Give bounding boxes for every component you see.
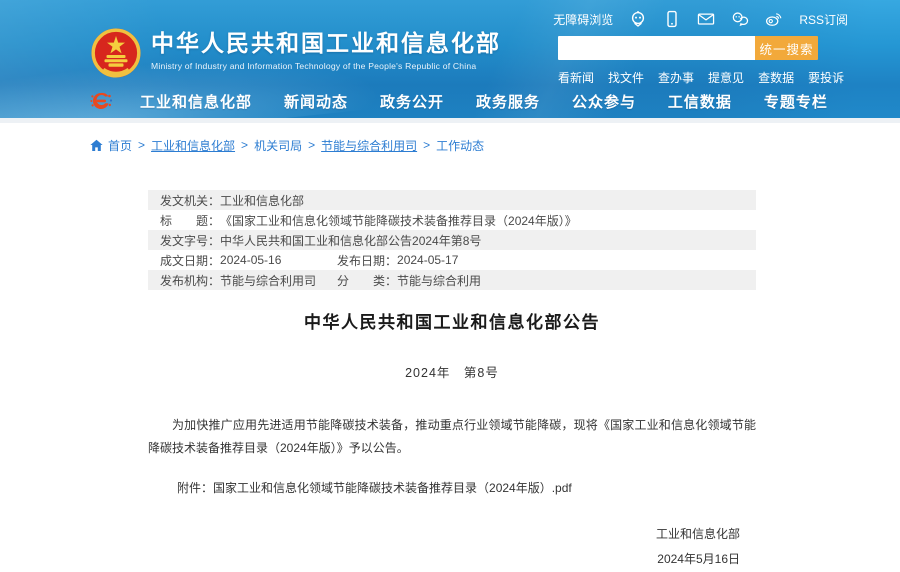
accessibility-link[interactable]: 无障碍浏览 bbox=[553, 11, 613, 28]
breadcrumb-separator: > bbox=[138, 138, 145, 152]
meta-value: 2024-05-16 bbox=[220, 253, 281, 267]
quick-link-files[interactable]: 找文件 bbox=[608, 69, 644, 86]
article-signature: 工业和信息化部 2024年5月16日 bbox=[148, 522, 756, 572]
breadcrumb-separator: > bbox=[308, 138, 315, 152]
breadcrumb-home[interactable]: 首页 bbox=[108, 137, 132, 154]
nav-item-gov-services[interactable]: 政务服务 bbox=[476, 91, 540, 112]
site-header: 无障碍浏览 RSS订阅 bbox=[0, 0, 900, 118]
nav-item-topics[interactable]: 专题专栏 bbox=[764, 91, 828, 112]
search-button[interactable]: 统一搜索 bbox=[755, 36, 818, 60]
nav-item-gov-disclosure[interactable]: 政务公开 bbox=[380, 91, 444, 112]
search-quick-links: 看新闻 找文件 查办事 提意见 查数据 要投诉 bbox=[558, 69, 818, 86]
article-attachment: 附件：国家工业和信息化领域节能降碳技术装备推荐目录（2024年版）.pdf bbox=[148, 479, 756, 496]
meta-label: 发文字号： bbox=[160, 232, 220, 249]
meta-row-title: 标 题： 《国家工业和信息化领域节能降碳技术装备推荐目录（2024年版）》 bbox=[148, 210, 756, 230]
breadcrumb: 首页 > 工业和信息化部 > 机关司局 > 节能与综合利用司 > 工作动态 bbox=[90, 137, 900, 153]
meta-label: 成文日期： bbox=[160, 252, 220, 269]
site-title: 中华人民共和国工业和信息化部 bbox=[151, 29, 501, 57]
meta-label: 发文机关： bbox=[160, 192, 220, 209]
meta-value: 2024-05-17 bbox=[397, 253, 458, 267]
attachment-file-link[interactable]: 国家工业和信息化领域节能降碳技术装备推荐目录（2024年版）.pdf bbox=[213, 481, 572, 495]
meta-row-dates: 成文日期： 2024-05-16 发布日期： 2024-05-17 bbox=[148, 250, 756, 270]
nav-items: 工业和信息化部 新闻动态 政务公开 政务服务 公众参与 工信数据 专题专栏 bbox=[140, 91, 848, 112]
attachment-label: 附件： bbox=[177, 481, 213, 495]
nav-item-data[interactable]: 工信数据 bbox=[668, 91, 732, 112]
meta-row-issuing-agency: 发文机关： 工业和信息化部 bbox=[148, 190, 756, 210]
article-issue-number: 2024年 第8号 bbox=[148, 362, 756, 381]
search-input[interactable] bbox=[558, 36, 755, 60]
top-utility-bar: 无障碍浏览 RSS订阅 bbox=[553, 8, 848, 30]
meta-value: 工业和信息化部 bbox=[220, 192, 304, 209]
mobile-icon[interactable] bbox=[663, 10, 681, 28]
nav-item-participation[interactable]: 公众参与 bbox=[572, 91, 636, 112]
miit-logo-icon bbox=[88, 89, 114, 113]
rss-link[interactable]: RSS订阅 bbox=[799, 11, 848, 28]
home-icon[interactable] bbox=[90, 139, 103, 152]
breadcrumb-departments[interactable]: 机关司局 bbox=[254, 137, 302, 154]
brand: 中华人民共和国工业和信息化部 Ministry of Industry and … bbox=[90, 27, 501, 84]
breadcrumb-separator: > bbox=[423, 138, 430, 152]
mail-icon[interactable] bbox=[697, 10, 715, 28]
breadcrumb-separator: > bbox=[241, 138, 248, 152]
meta-label: 标 题： bbox=[160, 212, 220, 229]
quick-link-suggest[interactable]: 提意见 bbox=[708, 69, 744, 86]
quick-link-services[interactable]: 查办事 bbox=[658, 69, 694, 86]
quick-link-news[interactable]: 看新闻 bbox=[558, 69, 594, 86]
article-title: 中华人民共和国工业和信息化部公告 bbox=[148, 311, 756, 335]
brand-text: 中华人民共和国工业和信息化部 Ministry of Industry and … bbox=[151, 27, 501, 71]
search-bar: 统一搜索 bbox=[558, 36, 818, 60]
meta-value: 中华人民共和国工业和信息化部公告2024年第8号 bbox=[220, 232, 481, 249]
weibo-icon[interactable] bbox=[765, 10, 783, 28]
article-paragraph: 为加快推广应用先进适用节能降碳技术装备，推动重点行业领域节能降碳，现将《国家工业… bbox=[148, 414, 756, 460]
meta-label: 发布机构： bbox=[160, 272, 220, 289]
mascot-icon[interactable] bbox=[629, 10, 647, 28]
quick-link-complaint[interactable]: 要投诉 bbox=[808, 69, 844, 86]
main-nav: 工业和信息化部 新闻动态 政务公开 政务服务 公众参与 工信数据 专题专栏 bbox=[88, 88, 848, 114]
quick-link-data[interactable]: 查数据 bbox=[758, 69, 794, 86]
article-body: 为加快推广应用先进适用节能降碳技术装备，推动重点行业领域节能降碳，现将《国家工业… bbox=[148, 414, 756, 460]
breadcrumb-energy-dept[interactable]: 节能与综合利用司 bbox=[321, 137, 417, 154]
search-area: 统一搜索 看新闻 找文件 查办事 提意见 查数据 要投诉 bbox=[558, 36, 818, 86]
breadcrumb-miit[interactable]: 工业和信息化部 bbox=[151, 137, 235, 154]
meta-value: 节能与综合利用 bbox=[397, 272, 481, 289]
meta-row-doc-number: 发文字号： 中华人民共和国工业和信息化部公告2024年第8号 bbox=[148, 230, 756, 250]
meta-row-publisher-category: 发布机构： 节能与综合利用司 分 类： 节能与综合利用 bbox=[148, 270, 756, 290]
document: 发文机关： 工业和信息化部 标 题： 《国家工业和信息化领域节能降碳技术装备推荐… bbox=[148, 190, 756, 572]
nav-item-news[interactable]: 新闻动态 bbox=[284, 91, 348, 112]
signature-agency: 工业和信息化部 bbox=[148, 522, 740, 547]
site-subtitle: Ministry of Industry and Information Tec… bbox=[151, 61, 501, 71]
nav-item-miit[interactable]: 工业和信息化部 bbox=[140, 91, 252, 112]
meta-label: 分 类： bbox=[337, 272, 397, 289]
meta-label: 发布日期： bbox=[337, 252, 397, 269]
meta-value: 《国家工业和信息化领域节能降碳技术装备推荐目录（2024年版）》 bbox=[220, 212, 577, 229]
national-emblem-icon bbox=[90, 27, 142, 84]
doc-meta-table: 发文机关： 工业和信息化部 标 题： 《国家工业和信息化领域节能降碳技术装备推荐… bbox=[148, 190, 756, 290]
content: 首页 > 工业和信息化部 > 机关司局 > 节能与综合利用司 > 工作动态 发文… bbox=[0, 123, 900, 572]
page: 无障碍浏览 RSS订阅 bbox=[0, 0, 900, 560]
meta-value: 节能与综合利用司 bbox=[220, 272, 316, 289]
breadcrumb-work-updates[interactable]: 工作动态 bbox=[436, 137, 484, 154]
wechat-icon[interactable] bbox=[731, 10, 749, 28]
